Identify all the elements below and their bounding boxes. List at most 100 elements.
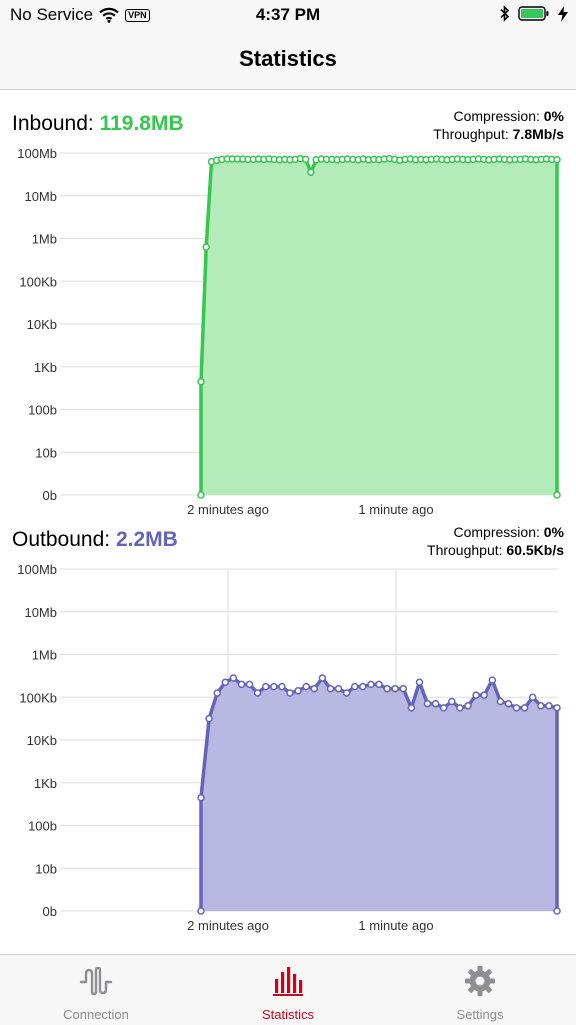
outbound-point [399, 684, 408, 693]
inbound-total: 119.8MB [99, 112, 184, 135]
outbound-title: Outbound: 2.2MB [12, 528, 178, 552]
inbound-point [307, 168, 315, 176]
outbound-compression-label: Compression: [453, 524, 540, 540]
inbound-y-tick-label: 0b [43, 488, 57, 503]
status-right [500, 5, 568, 22]
outbound-point [318, 674, 327, 682]
inbound-y-tick-label: 100b [28, 403, 57, 418]
outbound-point [350, 682, 359, 691]
outbound-y-tick-label: 100Kb [19, 690, 57, 705]
outbound-point [391, 684, 399, 693]
waveform-icon [79, 966, 113, 996]
outbound-area [201, 678, 557, 911]
outbound-point [553, 907, 561, 915]
outbound-point [407, 704, 416, 712]
inbound-point [197, 377, 205, 386]
tab-connection-label: Connection [63, 1007, 129, 1022]
bar-chart-icon [273, 967, 303, 996]
gear-icon [465, 966, 495, 996]
outbound-point [253, 689, 262, 697]
outbound-point [213, 689, 221, 697]
tab-settings[interactable]: Settings [384, 955, 576, 1025]
outbound-label: Outbound: [12, 528, 111, 551]
inbound-point [301, 155, 310, 164]
tab-statistics[interactable]: Statistics [192, 955, 384, 1025]
outbound-point [488, 676, 497, 684]
inbound-y-tick-label: 100Kb [19, 274, 57, 289]
inbound-label: Inbound: [12, 112, 94, 135]
inbound-compression-value: 0% [543, 108, 564, 124]
tab-bar: Connection Statistics Settings [0, 954, 576, 1025]
outbound-point [197, 793, 205, 802]
tab-statistics-label: Statistics [261, 1007, 314, 1022]
navigation-bar: Statistics [0, 32, 576, 90]
outbound-y-tick-label: 0b [43, 904, 57, 919]
outbound-point [375, 680, 383, 689]
outbound-point [537, 702, 545, 710]
outbound-point [496, 697, 505, 706]
outbound-point [245, 680, 254, 689]
inbound-chart: 0b 10b 100b 1Kb 10Kb 100Kb 1Mb 10Mb 100Mb 2 minut… [17, 146, 561, 517]
inbound-y-tick-label: 10b [35, 445, 57, 460]
outbound-point [423, 699, 432, 708]
outbound-point [326, 684, 335, 693]
battery-icon [518, 6, 549, 21]
inbound-point [553, 491, 561, 499]
outbound-total: 2.2MB [115, 528, 178, 551]
inbound-x-tick-label: 2 minutes ago [187, 502, 269, 517]
bluetooth-icon [500, 5, 510, 22]
outbound-chart: 0b 10b 100b 1Kb 10Kb 100Kb 1Mb 10Mb 100Mb 2 minut… [17, 562, 561, 933]
tab-connection[interactable]: Connection [0, 955, 192, 1025]
outbound-point [205, 714, 213, 723]
inbound-stats: Compression: 0% Throughput: 7.8Mb/s [433, 107, 564, 143]
outbound-x-tick-label: 2 minutes ago [187, 918, 269, 933]
outbound-point [237, 680, 246, 689]
outbound-point [197, 907, 205, 915]
outbound-point [367, 680, 375, 689]
outbound-x-tick-label: 1 minute ago [358, 918, 433, 933]
outbound-point [334, 684, 343, 693]
outbound-point [294, 687, 302, 695]
page-title: Statistics [239, 46, 337, 71]
charging-bolt-icon [558, 5, 568, 22]
inbound-area [201, 158, 557, 495]
outbound-compression-value: 0% [543, 524, 564, 540]
inbound-point [553, 156, 561, 164]
inbound-y-tick-label: 10Kb [27, 317, 57, 332]
outbound-point [512, 704, 521, 712]
outbound-point [439, 704, 448, 712]
outbound-y-tick-label: 10Mb [24, 605, 57, 620]
outbound-point [359, 682, 367, 691]
inbound-y-tick-label: 1Kb [34, 360, 57, 375]
outbound-point [448, 697, 456, 706]
inbound-y-tick-label: 100Mb [17, 146, 57, 161]
outbound-point [553, 704, 561, 712]
outbound-point [480, 691, 488, 699]
outbound-point [456, 704, 464, 712]
inbound-compression-label: Compression: [453, 108, 540, 124]
inbound-title: Inbound: 119.8MB [12, 112, 184, 136]
outbound-point [261, 682, 270, 691]
outbound-y-tick-label: 100b [28, 819, 57, 834]
outbound-point [528, 693, 537, 702]
outbound-y-tick-label: 1Kb [34, 776, 57, 791]
outbound-point [310, 684, 319, 693]
outbound-point [431, 699, 440, 708]
inbound-point [202, 243, 210, 251]
outbound-point [415, 678, 424, 687]
outbound-y-tick-label: 100Mb [17, 562, 57, 577]
outbound-point [302, 682, 310, 691]
inbound-y-tick-label: 10Mb [24, 189, 57, 204]
outbound-point [472, 691, 480, 699]
outbound-y-tick-label: 1Mb [32, 648, 57, 663]
inbound-y-tick-label: 1Mb [32, 232, 57, 247]
outbound-point [545, 702, 553, 710]
outbound-point [383, 684, 391, 693]
outbound-point [504, 699, 513, 708]
outbound-point [229, 674, 238, 682]
tab-settings-label: Settings [456, 1007, 504, 1022]
status-bar: No Service VPN 4:37 PM [0, 0, 576, 32]
outbound-stats: Compression: 0% Throughput: 60.5Kb/s [427, 523, 564, 559]
status-time: 4:37 PM [255, 5, 321, 24]
inbound-point [197, 491, 205, 499]
